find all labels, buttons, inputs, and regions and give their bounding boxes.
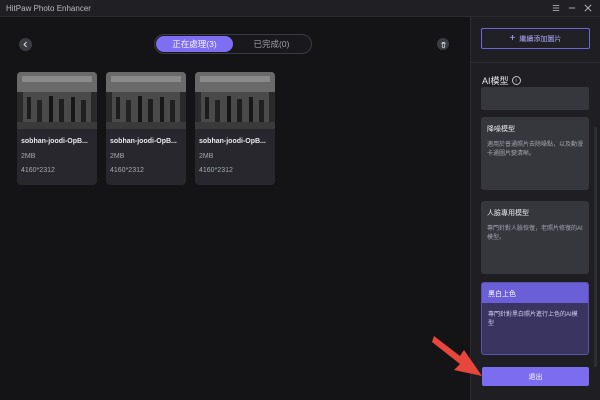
minimize-icon[interactable] xyxy=(564,0,580,16)
trash-icon xyxy=(440,41,446,48)
image-list: sobhan-joodi-OpB... 2MB 4160*2312 sobhan… xyxy=(17,72,275,185)
status-tabs: 正在處理(3) 已完成(0) xyxy=(154,34,312,54)
tab-processing[interactable]: 正在處理(3) xyxy=(156,36,233,52)
ai-model-label: AI模型 xyxy=(482,76,509,86)
info-icon[interactable]: i xyxy=(511,76,521,85)
image-thumbnail xyxy=(106,72,186,129)
close-icon[interactable] xyxy=(580,0,596,16)
divider xyxy=(471,62,600,63)
image-size: 2MB xyxy=(199,153,214,160)
image-name: sobhan-joodi-OpB... xyxy=(110,138,177,145)
image-thumbnail xyxy=(195,72,275,129)
menu-icon[interactable] xyxy=(548,0,564,16)
image-card[interactable]: sobhan-joodi-OpB... 2MB 4160*2312 xyxy=(17,72,97,185)
model-option-colorize[interactable]: 黑白上色 專門針對黑白照片進行上色的AI模型 xyxy=(481,282,589,355)
model-description: 專門針對人臉恢復，老照片修復的AI模型。 xyxy=(487,226,583,241)
pointer-arrow-icon xyxy=(432,336,482,376)
image-name: sobhan-joodi-OpB... xyxy=(21,138,88,145)
back-button[interactable] xyxy=(19,38,32,51)
image-resolution: 4160*2312 xyxy=(21,167,55,174)
model-title: 降噪模型 xyxy=(487,126,515,133)
tab-completed[interactable]: 已完成(0) xyxy=(233,36,310,52)
plus-icon: + xyxy=(509,32,516,44)
chevron-left-icon xyxy=(23,41,27,48)
ai-model-heading: AI模型 i xyxy=(482,74,521,87)
image-name: sobhan-joodi-OpB... xyxy=(199,138,266,145)
model-title: 人臉專用模型 xyxy=(487,210,529,217)
model-option-denoise[interactable]: 降噪模型 適用於普通照片去除噪點，以及動漫卡通圖片變清晰。 xyxy=(481,117,589,190)
window-controls xyxy=(548,0,600,16)
image-card[interactable]: sobhan-joodi-OpB... 2MB 4160*2312 xyxy=(195,72,275,185)
model-description: 適用於普通照片去除噪點，以及動漫卡通圖片變清晰。 xyxy=(487,142,584,157)
model-header: 黑白上色 xyxy=(482,283,588,303)
exit-button[interactable]: 退出 xyxy=(482,367,589,386)
add-images-label: 繼續添加圖片 xyxy=(519,35,562,43)
model-option-partial[interactable] xyxy=(481,87,589,110)
model-title: 黑白上色 xyxy=(488,291,516,298)
image-size: 2MB xyxy=(21,153,36,160)
delete-all-button[interactable] xyxy=(437,38,449,50)
main-panel: 正在處理(3) 已完成(0) sobhan-joodi-OpB... 2MB 4… xyxy=(0,17,470,400)
app-title: HitPaw Photo Enhancer xyxy=(6,3,91,13)
image-size: 2MB xyxy=(110,153,125,160)
image-card[interactable]: sobhan-joodi-OpB... 2MB 4160*2312 xyxy=(106,72,186,185)
add-images-button[interactable]: + 繼續添加圖片 xyxy=(481,28,590,49)
model-description: 專門針對黑白照片進行上色的AI模型 xyxy=(488,312,578,327)
sidebar-scrollbar[interactable] xyxy=(594,127,597,367)
title-bar: HitPaw Photo Enhancer xyxy=(0,0,600,17)
image-resolution: 4160*2312 xyxy=(199,167,233,174)
model-option-face[interactable]: 人臉專用模型 專門針對人臉恢復，老照片修復的AI模型。 xyxy=(481,201,589,274)
image-thumbnail xyxy=(17,72,97,129)
image-resolution: 4160*2312 xyxy=(110,167,144,174)
